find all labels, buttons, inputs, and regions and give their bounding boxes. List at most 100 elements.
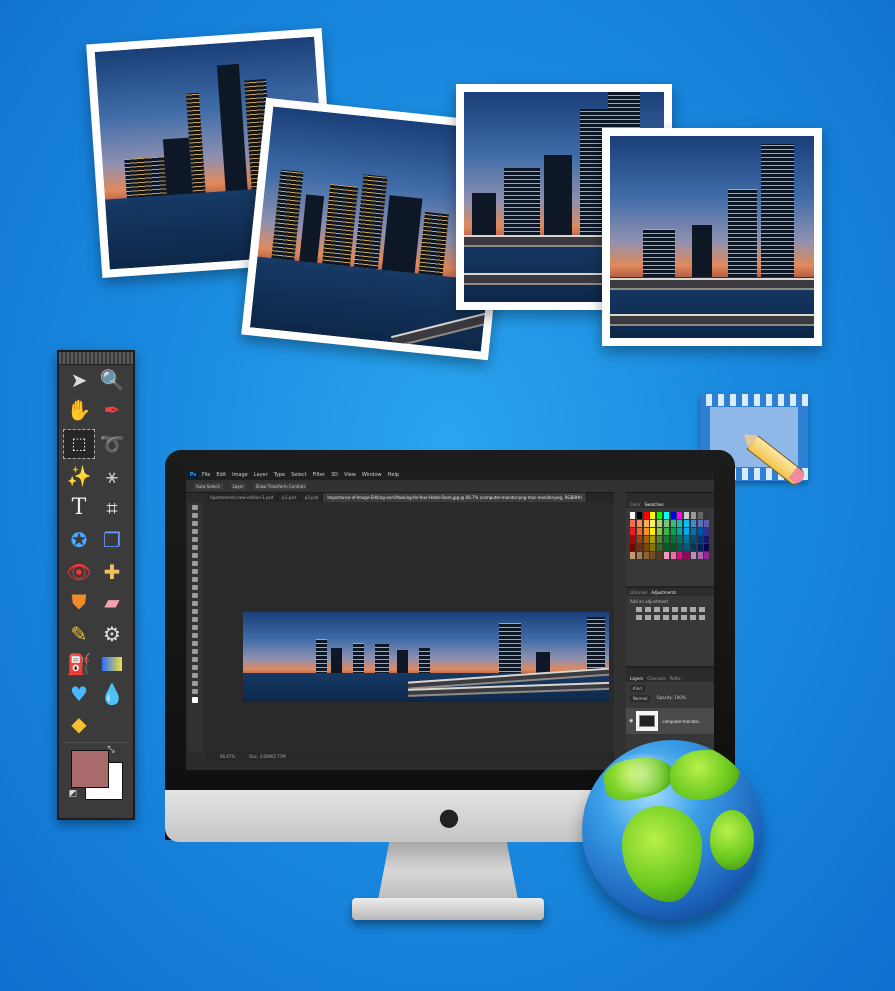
swatch[interactable] <box>704 512 710 519</box>
swatch[interactable] <box>663 552 669 559</box>
quick-selection-tool-icon[interactable]: ⚹ <box>97 462 127 490</box>
swatch[interactable] <box>670 512 676 519</box>
swatch[interactable] <box>670 528 676 535</box>
swatch[interactable] <box>643 544 649 551</box>
magic-wand-tool-icon[interactable]: ✨ <box>64 462 94 490</box>
red-eye-tool-icon[interactable]: 👁 <box>64 558 94 586</box>
swatch[interactable] <box>663 528 669 535</box>
default-colors-icon[interactable]: ◩ <box>67 788 79 800</box>
layer-name[interactable]: computer-monitor... <box>662 719 702 724</box>
swatch[interactable] <box>704 528 710 535</box>
swatch[interactable] <box>630 544 635 551</box>
tab-adjustments[interactable]: Adjustments <box>651 590 676 595</box>
menu-type[interactable]: Type <box>274 472 285 478</box>
layer-visibility-icon[interactable]: ◉ <box>629 718 633 724</box>
swatch[interactable] <box>630 552 635 559</box>
swatch[interactable] <box>677 536 683 543</box>
gradient-tool-icon[interactable] <box>97 650 127 678</box>
swatch[interactable] <box>677 528 683 535</box>
swatch[interactable] <box>670 536 676 543</box>
swatch[interactable] <box>690 536 696 543</box>
menu-3d[interactable]: 3D <box>331 472 338 478</box>
swatch[interactable] <box>657 528 662 535</box>
tab-layers[interactable]: Layers <box>630 676 643 681</box>
swatch[interactable] <box>690 528 696 535</box>
smudge-tool-icon[interactable]: ♥ <box>64 680 94 708</box>
palette-grip[interactable] <box>59 352 133 365</box>
doc-tab[interactable]: p1.psd <box>278 493 301 502</box>
opacity-field[interactable]: Opacity: 100% <box>656 695 685 702</box>
swatch[interactable] <box>690 512 696 519</box>
swatch[interactable] <box>657 552 662 559</box>
swatch[interactable] <box>677 552 683 559</box>
menu-layer[interactable]: Layer <box>254 472 268 478</box>
swatch[interactable] <box>697 520 703 527</box>
menu-help[interactable]: Help <box>388 472 399 478</box>
shape-tool-icon[interactable]: ✪ <box>64 526 94 554</box>
swatch[interactable] <box>643 512 649 519</box>
swatch[interactable] <box>670 520 676 527</box>
swatch[interactable] <box>636 528 642 535</box>
swatch[interactable] <box>630 512 635 519</box>
show-transform-checkbox[interactable]: Show Transform Controls <box>253 482 308 490</box>
swatch[interactable] <box>704 544 710 551</box>
swatch-grid[interactable] <box>630 512 710 559</box>
swatch[interactable] <box>690 544 696 551</box>
tab-paths[interactable]: Paths <box>670 676 681 681</box>
auto-select-checkbox[interactable]: Auto-Select: <box>194 482 223 490</box>
menu-window[interactable]: Window <box>362 472 382 478</box>
zoom-tool-icon[interactable]: 🔍 <box>97 366 127 394</box>
swatch[interactable] <box>643 528 649 535</box>
swatch[interactable] <box>650 528 656 535</box>
swatch[interactable] <box>630 528 635 535</box>
foreground-color-swatch[interactable] <box>71 750 109 788</box>
swatch[interactable] <box>643 520 649 527</box>
swatch[interactable] <box>697 536 703 543</box>
swap-colors-icon[interactable]: ⤡ <box>105 744 117 756</box>
swatch[interactable] <box>670 552 676 559</box>
blend-mode-select[interactable]: Normal <box>630 695 651 702</box>
swatch[interactable] <box>690 520 696 527</box>
tab-channels[interactable]: Channels <box>647 676 666 681</box>
menu-filter[interactable]: Filter <box>313 472 325 478</box>
swatch[interactable] <box>650 536 656 543</box>
move-tool-icon[interactable]: ➤ <box>64 366 94 394</box>
swatch[interactable] <box>684 552 689 559</box>
type-tool-icon[interactable]: T <box>64 494 94 522</box>
swatch[interactable] <box>643 536 649 543</box>
tab-swatches[interactable]: Swatches <box>644 502 663 507</box>
recompose-tool-icon[interactable]: ❐ <box>97 526 127 554</box>
swatch[interactable] <box>636 544 642 551</box>
swatch[interactable] <box>636 536 642 543</box>
doc-tab[interactable]: p3.psd <box>301 493 324 502</box>
pencil-tool-icon[interactable]: ✎ <box>64 620 94 648</box>
swatch[interactable] <box>663 544 669 551</box>
swatch[interactable] <box>643 552 649 559</box>
swatch[interactable] <box>704 552 710 559</box>
menu-image[interactable]: Image <box>232 472 248 478</box>
clone-stamp-tool-icon[interactable]: ⛊ <box>64 588 94 616</box>
swatch[interactable] <box>650 520 656 527</box>
swatch[interactable] <box>636 552 642 559</box>
swatch[interactable] <box>704 520 710 527</box>
swatch[interactable] <box>684 528 689 535</box>
healing-brush-tool-icon[interactable]: ✚ <box>97 558 127 586</box>
layer-kind-filter[interactable]: Kind <box>630 685 645 692</box>
swatch[interactable] <box>663 520 669 527</box>
swatch[interactable] <box>697 552 703 559</box>
swatch[interactable] <box>677 512 683 519</box>
swatch[interactable] <box>670 544 676 551</box>
swatch[interactable] <box>684 512 689 519</box>
swatch[interactable] <box>704 536 710 543</box>
sponge-tool-icon[interactable]: ◆ <box>64 710 94 738</box>
adjustment-icons[interactable] <box>636 607 705 620</box>
swatch[interactable] <box>650 552 656 559</box>
menu-edit[interactable]: Edit <box>216 472 226 478</box>
eraser-tool-icon[interactable]: ▰ <box>97 588 127 616</box>
eyedropper-tool-icon[interactable]: ✒ <box>97 396 127 424</box>
swatch[interactable] <box>657 544 662 551</box>
swatch[interactable] <box>684 520 689 527</box>
menu-view[interactable]: View <box>344 472 356 478</box>
swatch[interactable] <box>657 536 662 543</box>
layer-row[interactable]: ◉ computer-monitor... <box>626 708 714 734</box>
